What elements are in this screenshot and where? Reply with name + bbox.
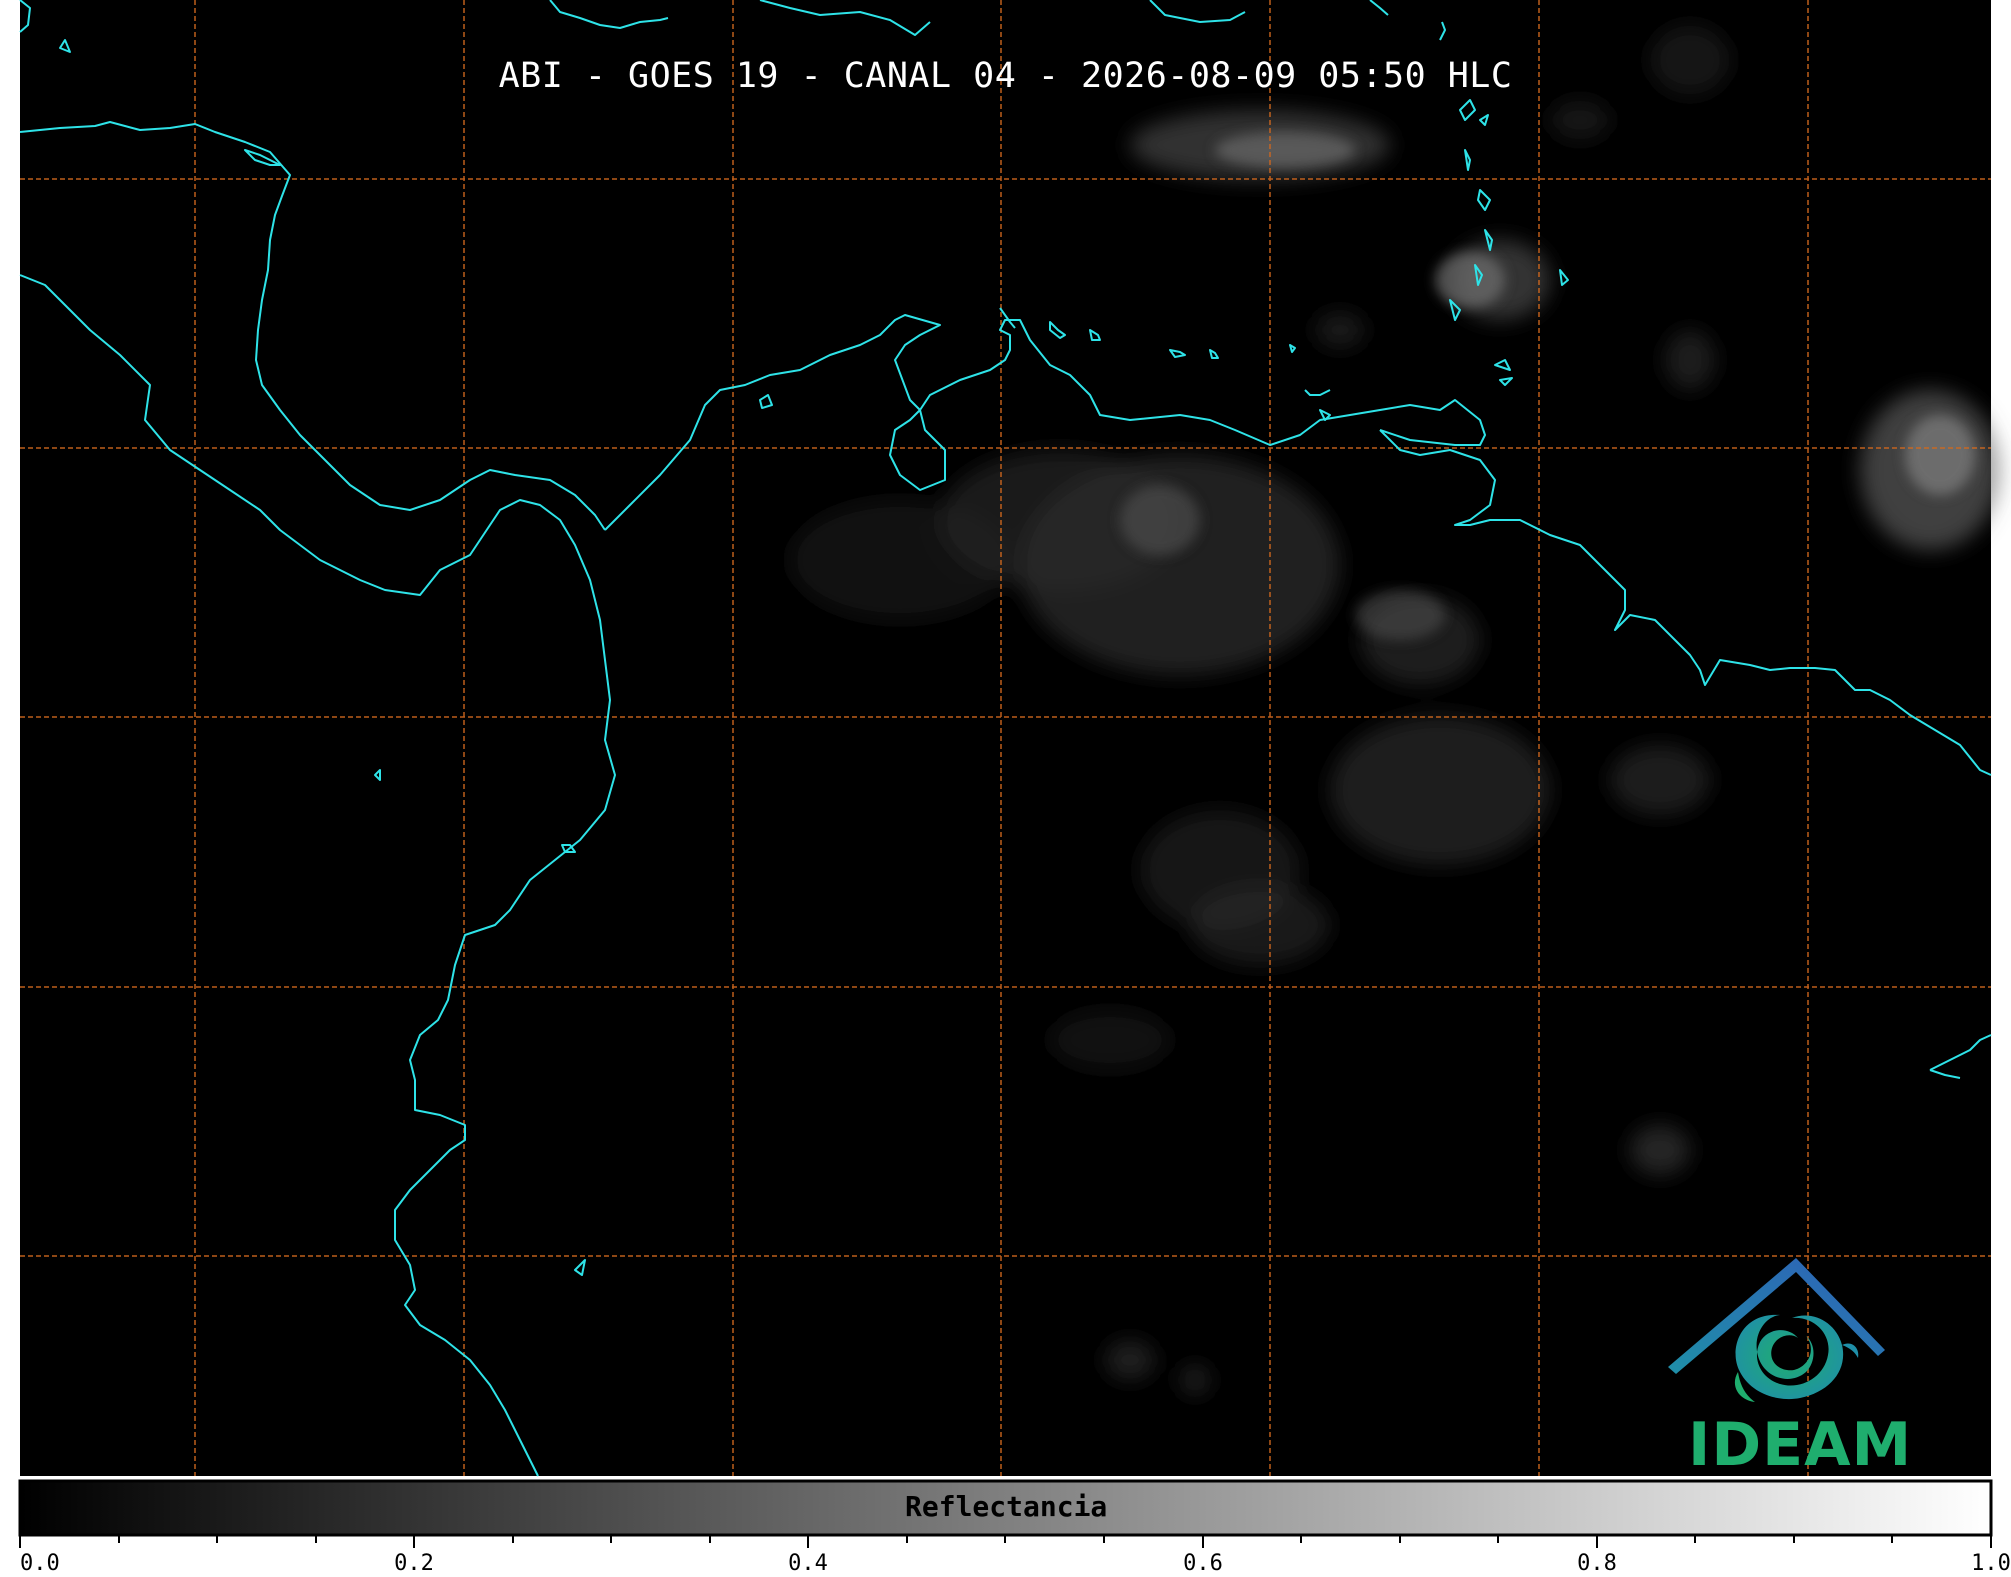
colorbar-tick-label: 0.6 bbox=[1183, 1551, 1223, 1576]
colorbar-label: Reflectancia bbox=[905, 1490, 1108, 1523]
map-background bbox=[20, 0, 1991, 1476]
colorbar-tick-label: 0.0 bbox=[20, 1551, 60, 1576]
colorbar-tick-label: 0.2 bbox=[394, 1551, 434, 1576]
ideam-logo-text: IDEAM bbox=[1688, 1410, 1913, 1480]
colorbar-tick-label: 0.8 bbox=[1577, 1551, 1617, 1576]
map-title: ABI - GOES 19 - CANAL 04 - 2026-08-09 05… bbox=[498, 56, 1513, 96]
satellite-map bbox=[0, 0, 2011, 1577]
colorbar-tick-label: 1.0 bbox=[1971, 1551, 2011, 1576]
colorbar-tick-label: 0.4 bbox=[788, 1551, 828, 1576]
